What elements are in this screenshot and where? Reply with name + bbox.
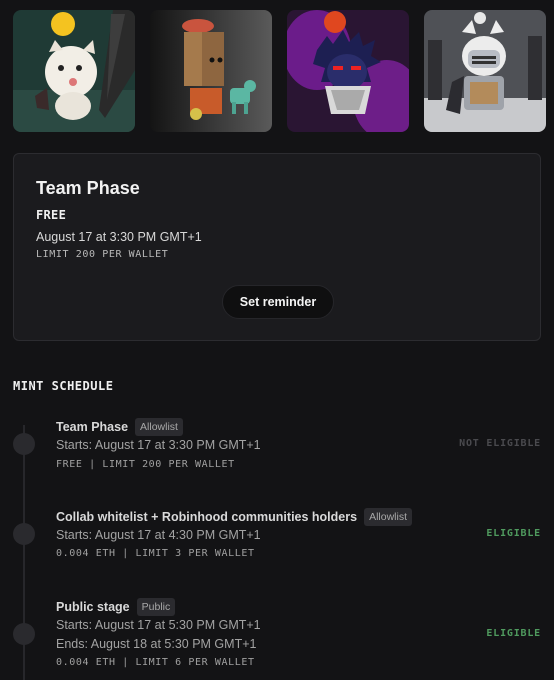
nft-thumbnail-1[interactable] (13, 10, 135, 132)
stage-start-time: Starts: August 17 at 4:30 PM GMT+1 (56, 528, 261, 542)
eligibility-status: ELIGIBLE (486, 528, 541, 539)
moogle-sword-image (13, 10, 135, 132)
set-reminder-button[interactable]: Set reminder (222, 285, 334, 319)
boxhead-character-image (150, 10, 272, 132)
timeline-dot (13, 523, 35, 545)
stage-title: Team Phase (36, 178, 140, 198)
stage-name: Collab whitelist + Robinhood communities… (56, 510, 358, 524)
nft-thumbnail-2[interactable] (150, 10, 272, 132)
stage-price-limit: FREE | LIMIT 200 PER WALLET (56, 459, 235, 470)
eligibility-status: ELIGIBLE (486, 628, 541, 639)
stage-start-time: Starts: August 17 at 5:30 PM GMT+1 (56, 618, 261, 632)
timeline-dot (13, 433, 35, 455)
stage-start-time: Starts: August 17 at 3:30 PM GMT+1 (56, 438, 261, 452)
stage-price-limit: 0.004 ETH | LIMIT 6 PER WALLET (56, 657, 255, 668)
dark-ninja-image (287, 10, 409, 132)
eligibility-status: NOT ELIGIBLE (459, 438, 541, 449)
stage-type-badge: Allowlist (364, 508, 412, 526)
stage-limit: LIMIT 200 PER WALLET (36, 249, 169, 260)
stage-end-time: Ends: August 18 at 5:30 PM GMT+1 (56, 637, 257, 651)
nft-thumbnail-3[interactable] (287, 10, 409, 132)
nft-thumbnail-4[interactable] (424, 10, 546, 132)
stage-date: August 17 at 3:30 PM GMT+1 (36, 230, 202, 244)
stage-type-badge: Allowlist (135, 418, 183, 436)
stage-price: FREE (36, 208, 67, 222)
stage-name: Team Phase (56, 420, 129, 434)
mint-schedule-heading: MINT SCHEDULE (13, 379, 114, 393)
stage-name: Public stage (56, 600, 130, 614)
armored-knight-cat-image (424, 10, 546, 132)
active-stage-card: Team Phase FREE August 17 at 3:30 PM GMT… (13, 153, 541, 341)
stage-type-badge: Public (136, 598, 176, 616)
timeline-dot (13, 623, 35, 645)
nft-gallery (13, 10, 546, 132)
stage-price-limit: 0.004 ETH | LIMIT 3 PER WALLET (56, 548, 255, 559)
